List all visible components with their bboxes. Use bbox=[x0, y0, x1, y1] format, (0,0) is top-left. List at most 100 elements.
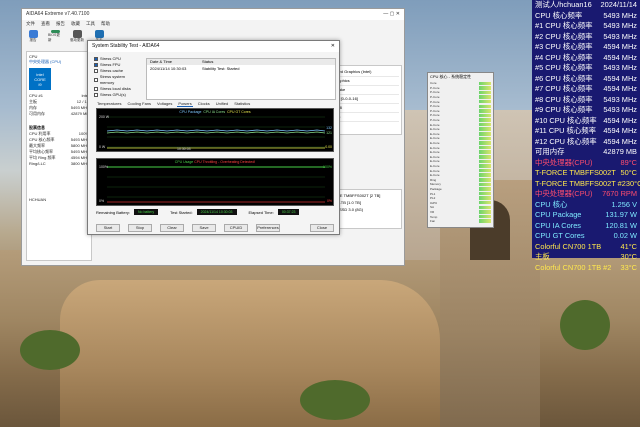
sensor-row: E-Core bbox=[428, 168, 493, 173]
sensor-bar bbox=[479, 173, 491, 177]
sensor-bar bbox=[479, 200, 491, 205]
osd-value: 4594 MHz bbox=[603, 42, 637, 51]
osd-value: 30°C bbox=[620, 252, 637, 261]
tab-unified[interactable]: Unified bbox=[215, 101, 229, 107]
main-menu-bar: 文件 查看 报告 收藏 工具 帮助 bbox=[22, 20, 404, 28]
sensor-row: Memory bbox=[428, 182, 493, 187]
table-row: 2024/11/14 10:30:03 Stability Test: Star… bbox=[147, 65, 335, 73]
osd-row: #1 CPU 核心频率 5493 MHz bbox=[532, 21, 640, 32]
checkbox[interactable] bbox=[94, 93, 98, 97]
osd-label: #7 CPU 核心频率 bbox=[535, 84, 593, 93]
sensor-bar bbox=[479, 205, 491, 210]
legend-throttling: CPU Throttling - Overheating Detected! bbox=[194, 160, 256, 164]
preferences-button[interactable]: Preferences bbox=[256, 224, 280, 232]
start-button[interactable]: Start bbox=[96, 224, 120, 232]
save-button[interactable]: Save bbox=[192, 224, 216, 232]
cpuid-button[interactable]: CPUID bbox=[224, 224, 248, 232]
power-value-3: 0.00 bbox=[325, 145, 332, 149]
power-value-1: 132 bbox=[326, 126, 332, 130]
stress-option[interactable]: Stress system memory bbox=[94, 74, 136, 86]
row-datetime: 2024/11/14 10:30:03 bbox=[150, 66, 187, 71]
panel-subheader[interactable]: 中央处理器 (CPU) bbox=[29, 59, 89, 65]
sensor-label: iGPU bbox=[430, 200, 438, 205]
battery-value: No battery bbox=[134, 209, 159, 215]
checkbox[interactable] bbox=[94, 87, 98, 91]
close-icon[interactable]: ✕ bbox=[331, 43, 335, 50]
stability-buttons: Start Stop Clear Save CPUID Preferences Close bbox=[96, 224, 334, 232]
stop-button[interactable]: Stop bbox=[128, 224, 152, 232]
osd-row: #7 CPU 核心频率 4594 MHz bbox=[532, 84, 640, 95]
tab-cooling-fans[interactable]: Cooling Fans bbox=[126, 101, 152, 107]
osd-row: #2 CPU 核心频率 5493 MHz bbox=[532, 32, 640, 43]
sensor-label: Ring bbox=[430, 177, 437, 182]
field-name: 可用内存 bbox=[29, 111, 45, 116]
osd-value: 4594 MHz bbox=[603, 84, 637, 93]
toolbar-button-label: BIOS更新 bbox=[48, 33, 60, 42]
power-graph: CPU Package CPU IA Cores CPU GT Cores 20… bbox=[96, 108, 334, 152]
clear-button[interactable]: Clear bbox=[160, 224, 184, 232]
intel-logo-line3: i9 bbox=[38, 81, 42, 87]
stress-option[interactable]: Stress GPU(s) bbox=[94, 92, 136, 98]
checkbox[interactable] bbox=[94, 63, 98, 67]
checkbox[interactable] bbox=[94, 69, 98, 73]
main-window-title: AIDA64 Extreme v7.40.7100 bbox=[26, 11, 90, 17]
elapsed-value: 00:37:23 bbox=[277, 209, 300, 215]
menu-item[interactable]: 报告 bbox=[56, 21, 65, 27]
wallpaper-tree bbox=[20, 330, 80, 370]
menu-item[interactable]: 帮助 bbox=[101, 21, 110, 27]
osd-row: #5 CPU 核心频率 5493 MHz bbox=[532, 63, 640, 74]
tab-statistics[interactable]: Statistics bbox=[233, 101, 251, 107]
sensor-bar bbox=[479, 118, 491, 122]
tab-clocks[interactable]: Clocks bbox=[197, 101, 211, 107]
osd-value: 5493 MHz bbox=[603, 31, 637, 41]
sensor-bar bbox=[479, 178, 491, 182]
sensor-row: iGPU bbox=[428, 200, 493, 205]
usage-rmin: 0% bbox=[326, 199, 332, 203]
checkbox[interactable] bbox=[94, 57, 98, 61]
osd-value: 4594 MHz bbox=[603, 136, 637, 146]
sensor-bar bbox=[479, 191, 491, 196]
sensor-bar bbox=[479, 136, 491, 141]
sensor-label: Fan bbox=[430, 219, 436, 224]
menu-item[interactable]: 工具 bbox=[86, 21, 95, 27]
osd-value: 41°C bbox=[620, 241, 637, 251]
toolbar-button[interactable]: 报告 bbox=[26, 30, 40, 43]
sensor-bar bbox=[479, 86, 491, 90]
sensor-bar bbox=[479, 182, 491, 187]
osd-row: T-FORCE TMBFFS002T 50°C bbox=[532, 168, 640, 179]
sensor-label: E-Core bbox=[430, 150, 440, 155]
close-button[interactable]: Close bbox=[310, 224, 334, 232]
osd-label: #3 CPU 核心频率 bbox=[535, 42, 593, 51]
sensor-label: P-Core bbox=[430, 95, 440, 100]
checkbox[interactable] bbox=[94, 78, 98, 82]
osd-value: 42879 MB bbox=[603, 147, 637, 156]
osd-value: 5493 MHz bbox=[603, 105, 637, 114]
osd-value: 120.81 W bbox=[605, 220, 637, 230]
sensor-label: P-Core bbox=[430, 113, 440, 118]
osd-row: Colorful CN700 1TB #2 33°C bbox=[532, 263, 640, 274]
tab-temperatures[interactable]: Temperatures bbox=[96, 101, 122, 107]
tab-voltages[interactable]: Voltages bbox=[156, 101, 173, 107]
legend-cpu-package: CPU Package bbox=[179, 110, 202, 114]
sensor-label: E-Core bbox=[430, 127, 440, 132]
menu-item[interactable]: 查看 bbox=[41, 21, 50, 27]
sensor-label: P-Core bbox=[430, 118, 440, 123]
sensor-row: P-Core bbox=[428, 99, 493, 104]
menu-item[interactable]: 收藏 bbox=[71, 21, 80, 27]
toolbar-button[interactable]: BIOS更新 bbox=[48, 30, 62, 43]
osd-label: Colorful CN700 1TB bbox=[535, 241, 602, 251]
legend-cpu-ia: CPU IA Cores bbox=[203, 110, 226, 114]
row-status: Stability Test: Started bbox=[202, 66, 240, 71]
sensor-row: E-Core bbox=[428, 164, 493, 169]
sensor-row: P-Core bbox=[428, 104, 493, 109]
sensor-label: VR bbox=[430, 209, 435, 214]
window-controls[interactable]: — ▢ ✕ bbox=[383, 11, 400, 18]
menu-item[interactable]: 文件 bbox=[26, 21, 35, 27]
main-title-bar: AIDA64 Extreme v7.40.7100 — ▢ ✕ bbox=[22, 9, 404, 20]
osd-row: 中央处理器(CPU) 89°C bbox=[532, 158, 640, 169]
tab-powers[interactable]: Powers bbox=[177, 101, 193, 107]
osd-value: 131.97 W bbox=[605, 210, 637, 219]
toolbar-button[interactable]: 驱动更新 bbox=[70, 30, 84, 43]
sensor-bar bbox=[479, 210, 491, 214]
osd-row: CPU Package 131.97 W bbox=[532, 210, 640, 221]
